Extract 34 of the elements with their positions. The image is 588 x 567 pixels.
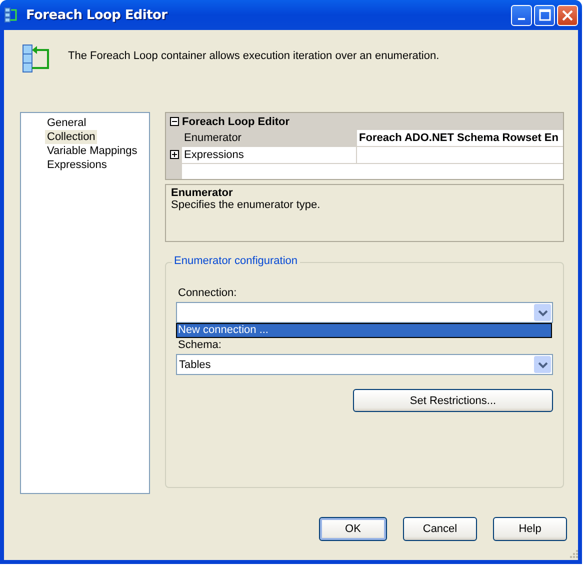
- nav-item[interactable]: General: [45, 116, 88, 130]
- close-icon: [562, 10, 573, 20]
- loop-icon: [22, 44, 50, 74]
- loop-icon: [4, 7, 20, 23]
- dialog-button[interactable]: Cancel: [403, 517, 477, 541]
- set-restrictions-button[interactable]: Set Restrictions...: [353, 389, 553, 412]
- combo-box[interactable]: [176, 302, 553, 323]
- expand-icon[interactable]: [170, 150, 178, 158]
- window-title: Foreach Loop Editor: [26, 8, 168, 22]
- maximize-icon: [538, 9, 550, 21]
- maximize-button[interactable]: [534, 4, 555, 26]
- close-button[interactable]: [557, 4, 578, 26]
- property-name[interactable]: Expressions: [182, 147, 356, 164]
- dropdown-item[interactable]: New connection ...: [177, 324, 551, 337]
- group-title: Enumerator configuration: [172, 255, 300, 267]
- nav-item[interactable]: Collection: [45, 130, 98, 144]
- value-cell[interactable]: [356, 147, 563, 164]
- combo-box[interactable]: Tables: [176, 354, 553, 375]
- description-text: The Foreach Loop container allows execution iteration over an enumeration.: [68, 50, 440, 62]
- help-title: Enumerator: [171, 187, 234, 199]
- field-label: Connection:: [178, 287, 237, 299]
- nav-item[interactable]: Expressions: [45, 158, 109, 172]
- category-label: Foreach Loop Editor: [182, 113, 563, 130]
- dialog-button[interactable]: Help: [493, 517, 567, 541]
- resize-grip-icon[interactable]: [569, 549, 579, 559]
- minimize-icon: [518, 18, 525, 20]
- help-text: Specifies the enumerator type.: [171, 199, 322, 211]
- collapse-icon[interactable]: [170, 117, 178, 126]
- minimize-button[interactable]: [511, 4, 532, 26]
- property-name[interactable]: Enumerator: [182, 130, 356, 147]
- nav-item[interactable]: Variable Mappings: [45, 144, 140, 158]
- field-label: Schema:: [178, 339, 222, 351]
- dialog-button[interactable]: OK: [319, 517, 387, 541]
- property-value[interactable]: Foreach ADO.NET Schema Rowset En: [356, 130, 563, 147]
